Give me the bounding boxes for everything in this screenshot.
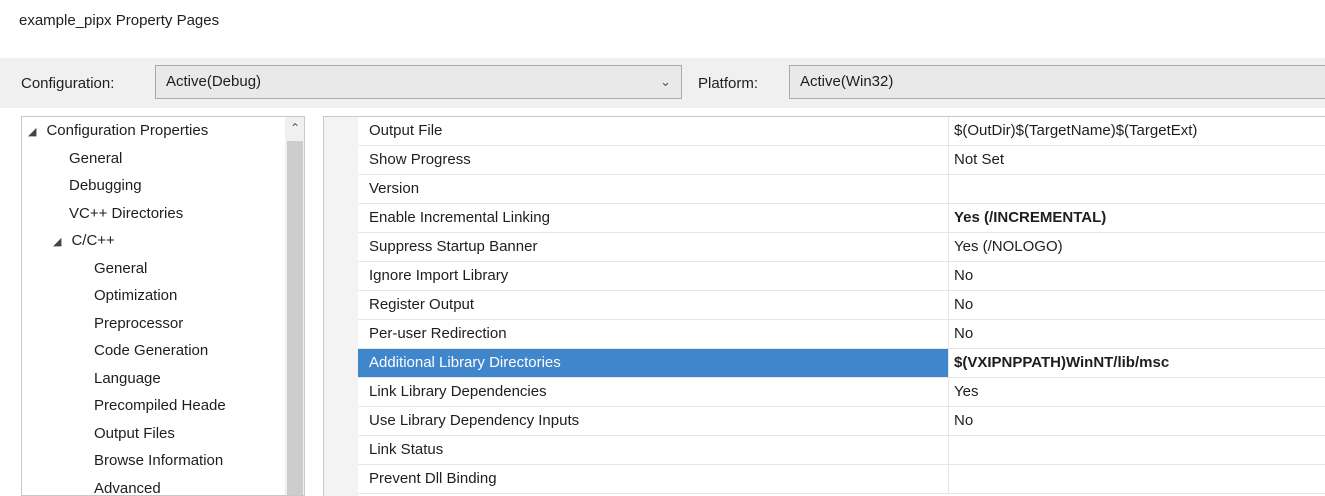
column-divider: [948, 117, 949, 145]
property-value[interactable]: No: [954, 412, 973, 429]
property-value[interactable]: Yes: [954, 383, 978, 400]
property-row[interactable]: Prevent Dll Binding: [358, 465, 1325, 494]
property-name: Use Library Dependency Inputs: [369, 412, 579, 429]
property-name: Ignore Import Library: [369, 267, 508, 284]
property-name: Per-user Redirection: [369, 325, 507, 342]
tree-item-label: Precompiled Heade: [94, 397, 226, 414]
tree-item[interactable]: Browse Information: [94, 452, 223, 469]
chevron-down-icon: ⌄: [660, 66, 671, 98]
property-value[interactable]: No: [954, 325, 973, 342]
tree-item-label: Configuration Properties: [46, 122, 208, 139]
property-name: Prevent Dll Binding: [369, 470, 497, 487]
column-divider: [948, 204, 949, 232]
platform-label: Platform:: [698, 75, 758, 92]
property-value[interactable]: Yes (/INCREMENTAL): [954, 209, 1106, 226]
column-divider: [948, 233, 949, 261]
column-divider: [948, 407, 949, 435]
tree-item-label: General: [69, 150, 122, 167]
grid-gutter: [324, 117, 358, 496]
platform-dropdown[interactable]: Active(Win32): [789, 65, 1325, 99]
column-divider: [948, 320, 949, 348]
property-row[interactable]: Output File $(OutDir)$(TargetName)$(Targe…: [358, 117, 1325, 146]
property-row[interactable]: Ignore Import Library No: [358, 262, 1325, 291]
tree-item[interactable]: Advanced: [94, 480, 161, 496]
property-name: Output File: [369, 122, 442, 139]
property-value[interactable]: No: [954, 296, 973, 313]
column-divider: [948, 262, 949, 290]
tree-item-label: C/C++: [71, 232, 114, 249]
property-name: Register Output: [369, 296, 474, 313]
property-row[interactable]: Show Progress Not Set: [358, 146, 1325, 175]
tree-scrollbar[interactable]: ⌃: [285, 117, 305, 495]
platform-value: Active(Win32): [800, 73, 893, 90]
configuration-dropdown[interactable]: Active(Debug) ⌄: [155, 65, 682, 99]
tree-item-label: Debugging: [69, 177, 142, 194]
tree-item-label: Language: [94, 370, 161, 387]
property-row[interactable]: Link Status: [358, 436, 1325, 465]
property-row[interactable]: Use Library Dependency Inputs No: [358, 407, 1325, 436]
property-name: Suppress Startup Banner: [369, 238, 537, 255]
tree-item[interactable]: ◢ Configuration Properties: [28, 122, 208, 139]
property-row[interactable]: Link Library Dependencies Yes: [358, 378, 1325, 407]
property-grid: Output File $(OutDir)$(TargetName)$(Targe…: [323, 116, 1325, 496]
property-value[interactable]: $(OutDir)$(TargetName)$(TargetExt): [954, 122, 1197, 139]
scroll-up-icon[interactable]: ⌃: [285, 117, 305, 139]
window-title: example_pipx Property Pages: [19, 12, 219, 29]
column-divider: [948, 146, 949, 174]
property-name: Version: [369, 180, 419, 197]
property-row[interactable]: Register Output No: [358, 291, 1325, 320]
configuration-label: Configuration:: [21, 75, 114, 92]
tree-item[interactable]: Code Generation: [94, 342, 208, 359]
property-value[interactable]: Not Set: [954, 151, 1004, 168]
tree-item-label: Advanced: [94, 480, 161, 496]
tree-item[interactable]: Debugging: [69, 177, 142, 194]
tree-item-label: Preprocessor: [94, 315, 183, 332]
tree-item[interactable]: Preprocessor: [94, 315, 183, 332]
property-value[interactable]: Yes (/NOLOGO): [954, 238, 1063, 255]
column-divider: [948, 291, 949, 319]
tree-item-label: Code Generation: [94, 342, 208, 359]
property-name: Enable Incremental Linking: [369, 209, 550, 226]
tree-item-label: Optimization: [94, 287, 177, 304]
tree-item[interactable]: VC++ Directories: [69, 205, 183, 222]
tree-item[interactable]: Optimization: [94, 287, 177, 304]
property-value[interactable]: No: [954, 267, 973, 284]
tree-item[interactable]: ◢ C/C++: [53, 232, 115, 249]
property-row[interactable]: Enable Incremental Linking Yes (/INCREMEN…: [358, 204, 1325, 233]
expand-triangle-icon[interactable]: ◢: [28, 126, 36, 138]
column-divider: [948, 378, 949, 406]
property-value[interactable]: $(VXIPNPPATH)WinNT/lib/msc: [954, 354, 1169, 371]
column-divider: [948, 175, 949, 203]
tree-item[interactable]: Output Files: [94, 425, 175, 442]
column-divider: [948, 465, 949, 493]
expand-triangle-icon[interactable]: ◢: [53, 236, 61, 248]
configuration-value: Active(Debug): [166, 73, 261, 90]
tree-item-label: Output Files: [94, 425, 175, 442]
tree-item[interactable]: General: [94, 260, 147, 277]
tree-item[interactable]: Precompiled Heade: [94, 397, 226, 414]
tree-item[interactable]: General: [69, 150, 122, 167]
property-name: Show Progress: [369, 151, 471, 168]
property-row[interactable]: Per-user Redirection No: [358, 320, 1325, 349]
property-name: Link Status: [369, 441, 443, 458]
tree-item[interactable]: Language: [94, 370, 161, 387]
column-divider: [948, 436, 949, 464]
property-row[interactable]: Additional Library Directories $(VXIPNPPA…: [358, 349, 1325, 378]
tree-item-label: VC++ Directories: [69, 205, 183, 222]
property-row[interactable]: Version: [358, 175, 1325, 204]
property-row[interactable]: Suppress Startup Banner Yes (/NOLOGO): [358, 233, 1325, 262]
configuration-toolbar: Configuration: Active(Debug) ⌄ Platform:…: [0, 58, 1325, 108]
property-name: Link Library Dependencies: [369, 383, 547, 400]
property-tree: ◢ Configuration Properties General Debuggin…: [21, 116, 305, 496]
tree-item-label: General: [94, 260, 147, 277]
tree-item-label: Browse Information: [94, 452, 223, 469]
scroll-thumb[interactable]: [287, 141, 303, 495]
column-divider: [948, 349, 949, 377]
property-name: Additional Library Directories: [369, 354, 561, 371]
